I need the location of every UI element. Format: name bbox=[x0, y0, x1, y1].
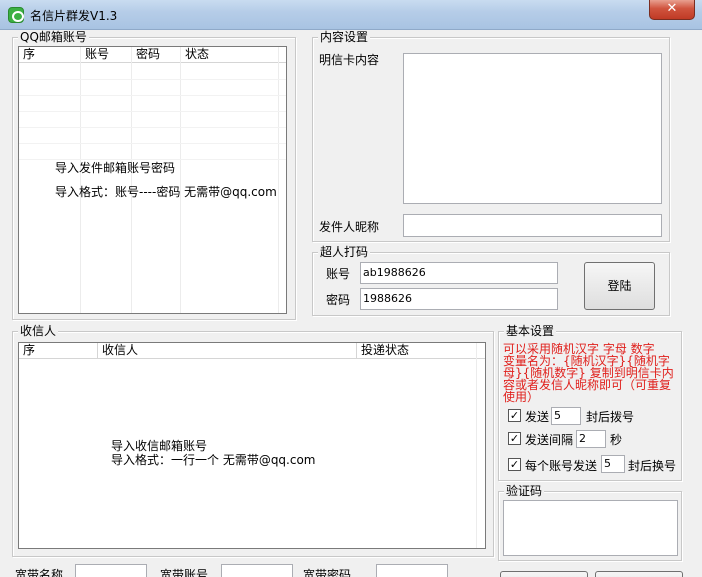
col-index[interactable]: 序 bbox=[19, 47, 81, 63]
col-delivery-status[interactable]: 投递状态 bbox=[357, 343, 477, 359]
send-interval-checkbox[interactable]: ✓ bbox=[508, 432, 521, 445]
send-interval-suffix: 秒 bbox=[610, 433, 623, 447]
recipients-import-format: 导入格式：一行一个 无需带@qq.com bbox=[111, 453, 316, 467]
verify-code-label: 验证码 bbox=[504, 484, 545, 498]
captcha-account-label: 账号 bbox=[326, 267, 351, 281]
recipients-header: 序 收信人 投递状态 bbox=[19, 343, 485, 359]
recipients-list[interactable]: 序 收信人 投递状态 导入收信邮箱账号 导入格式：一行一个 无需带@qq.com bbox=[18, 342, 486, 549]
basic-settings-label: 基本设置 bbox=[504, 324, 557, 338]
per-account-input[interactable]: 5 bbox=[601, 455, 625, 473]
per-account-checkbox[interactable]: ✓ bbox=[508, 458, 521, 471]
broadband-account-input[interactable] bbox=[221, 564, 293, 577]
broadband-name-label: 宽带名称 bbox=[15, 568, 64, 577]
grid-line bbox=[278, 47, 279, 313]
qq-accounts-label: QQ邮箱账号 bbox=[18, 30, 89, 44]
bottom-button[interactable] bbox=[595, 571, 683, 577]
grid-line bbox=[476, 343, 477, 548]
col-recipient[interactable]: 收信人 bbox=[98, 343, 357, 359]
broadband-name-input[interactable] bbox=[75, 564, 147, 577]
card-content-label: 明信卡内容 bbox=[319, 53, 380, 67]
content-settings-label: 内容设置 bbox=[318, 30, 371, 44]
row-line bbox=[19, 127, 286, 128]
col-account[interactable]: 账号 bbox=[81, 47, 132, 63]
per-account-suffix: 封后换号 bbox=[628, 459, 677, 473]
captcha-password-input[interactable]: 1988626 bbox=[360, 288, 558, 310]
window-title: 名信片群发V1.3 bbox=[30, 9, 118, 23]
verify-code-image bbox=[503, 500, 678, 556]
grid-line bbox=[180, 47, 181, 313]
sender-nick-label: 发件人昵称 bbox=[319, 220, 380, 234]
captcha-service-label: 超人打码 bbox=[318, 245, 371, 259]
send-count-suffix: 封后拨号 bbox=[586, 410, 635, 424]
random-variable-note: 可以采用随机汉字 字母 数字 变量名为：{随机汉字}{随机字 母}{随机数字} … bbox=[503, 343, 681, 403]
card-content-input[interactable] bbox=[403, 53, 662, 204]
grid-line bbox=[131, 47, 132, 313]
row-line bbox=[19, 95, 286, 96]
captcha-account-input[interactable]: ab1988626 bbox=[360, 262, 558, 284]
recipients-label: 收信人 bbox=[18, 324, 59, 338]
bottom-button[interactable] bbox=[500, 571, 588, 577]
send-count-label: 发送 bbox=[525, 410, 550, 424]
per-account-label: 每个账号发送 bbox=[525, 459, 598, 473]
grid-line bbox=[80, 47, 81, 313]
close-button[interactable]: ✕ bbox=[649, 0, 695, 20]
login-button[interactable]: 登陆 bbox=[584, 262, 655, 310]
send-interval-label: 发送间隔 bbox=[525, 433, 574, 447]
send-interval-input[interactable]: 2 bbox=[576, 430, 606, 448]
app-chat-icon bbox=[8, 7, 24, 23]
sender-nick-input[interactable] bbox=[403, 214, 662, 237]
title-bar: 名信片群发V1.3 ✕ bbox=[0, 0, 702, 30]
row-line bbox=[19, 111, 286, 112]
col-status[interactable]: 状态 bbox=[181, 47, 279, 63]
send-count-checkbox[interactable]: ✓ bbox=[508, 409, 521, 422]
col-password[interactable]: 密码 bbox=[132, 47, 181, 63]
row-line bbox=[19, 143, 286, 144]
send-count-input[interactable]: 5 bbox=[551, 407, 581, 425]
captcha-password-label: 密码 bbox=[326, 293, 351, 307]
qq-import-format: 导入格式：账号----密码 无需带@qq.com bbox=[55, 185, 277, 199]
qq-accounts-list[interactable]: 序 账号 密码 状态 导入发件邮箱账号密码 导入格式：账号----密码 无需带@… bbox=[18, 46, 287, 314]
broadband-account-label: 宽带账号 bbox=[160, 568, 209, 577]
note-line: 使用） bbox=[503, 390, 540, 404]
broadband-password-input[interactable] bbox=[376, 564, 448, 577]
qq-import-hint: 导入发件邮箱账号密码 bbox=[55, 161, 176, 175]
col-index[interactable]: 序 bbox=[19, 343, 98, 359]
broadband-password-label: 宽带密码 bbox=[303, 568, 352, 577]
qq-accounts-header: 序 账号 密码 状态 bbox=[19, 47, 286, 63]
row-line bbox=[19, 79, 286, 80]
